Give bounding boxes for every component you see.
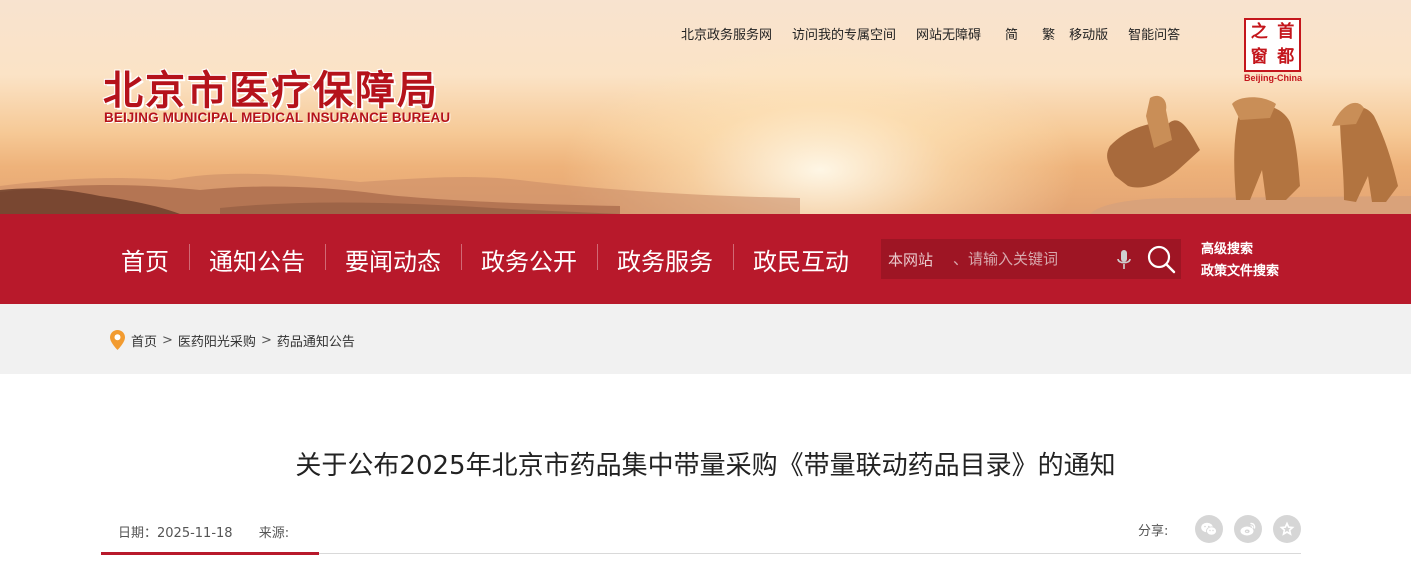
nav-interaction[interactable]: 政民互动 (733, 242, 869, 277)
nav-news[interactable]: 要闻动态 (325, 242, 461, 277)
breadcrumb-separator: > (260, 332, 272, 348)
seal-char: 窗 (1250, 47, 1268, 67)
search-input[interactable] (953, 250, 1113, 268)
seal-char: 首 (1277, 22, 1295, 42)
main-nav: 首页 通知公告 要闻动态 政务公开 政务服务 政民互动 本网站 高级搜索 政策文… (0, 214, 1411, 304)
source-label: 来源: (258, 526, 290, 541)
advanced-search-link[interactable]: 高级搜索 (1201, 239, 1279, 261)
link-accessibility[interactable]: 网站无障碍 (916, 24, 981, 43)
search-box: 本网站 (881, 239, 1181, 279)
capital-window-logo[interactable]: 之 首 窗 都 Beijing-China (1244, 18, 1302, 84)
link-beijing-gov-service[interactable]: 北京政务服务网 (681, 24, 772, 43)
seal-char: 都 (1277, 47, 1295, 67)
link-personal-space[interactable]: 访问我的专属空间 (792, 24, 896, 43)
date-label: 日期： (118, 526, 158, 541)
link-simplified[interactable]: 简 (1005, 24, 1018, 43)
seal-label: Beijing-China (1244, 73, 1302, 83)
nav-gov-affairs[interactable]: 政务公开 (461, 242, 597, 277)
breadcrumb-bar: 首页 > 医药阳光采购 > 药品通知公告 (0, 304, 1411, 374)
article-divider-accent (101, 552, 319, 555)
breadcrumb-home[interactable]: 首页 (131, 331, 157, 350)
search-icon[interactable] (1145, 243, 1177, 275)
favorite-star-icon[interactable] (1273, 515, 1302, 543)
nav-home[interactable]: 首页 (100, 242, 189, 277)
link-traditional[interactable]: 繁 (1042, 24, 1055, 43)
breadcrumb-separator: > (162, 332, 173, 348)
share-label: 分享: (1138, 523, 1169, 539)
search-scope-label[interactable]: 本网站 (881, 249, 953, 270)
header-banner: 北京政务服务网 访问我的专属空间 网站无障碍 简 繁 移动版 智能问答 北京市医… (0, 0, 1411, 214)
bronze-statues-icon (1090, 95, 1411, 214)
link-smart-qa[interactable]: 智能问答 (1128, 24, 1180, 43)
site-logo-subtitle: BEIJING MUNICIPAL MEDICAL INSURANCE BURE… (104, 110, 451, 125)
weibo-icon[interactable] (1234, 515, 1263, 543)
article-date: 2025-11-18 (157, 526, 233, 541)
breadcrumb-drug-notices[interactable]: 药品通知公告 (277, 331, 355, 350)
share-bar: 分享: (1138, 515, 1302, 543)
breadcrumb: 首页 > 医药阳光采购 > 药品通知公告 (110, 330, 355, 350)
utility-nav: 北京政务服务网 访问我的专属空间 网站无障碍 简 繁 移动版 智能问答 (681, 24, 1180, 43)
article-meta: 日期：2025-11-18 来源: (118, 522, 289, 541)
nav-notices[interactable]: 通知公告 (189, 242, 325, 277)
site-logo-title[interactable]: 北京市医疗保障局 (103, 58, 439, 116)
nav-gov-services[interactable]: 政务服务 (597, 242, 733, 277)
seal-char: 之 (1250, 22, 1268, 42)
wechat-icon[interactable] (1195, 515, 1224, 543)
location-pin-icon (110, 330, 125, 350)
search-links: 高级搜索 政策文件搜索 (1201, 239, 1279, 283)
article-title: 关于公布2025年北京市药品集中带量采购《带量联动药品目录》的通知 (295, 451, 1116, 481)
microphone-icon[interactable] (1115, 249, 1133, 271)
link-mobile[interactable]: 移动版 (1069, 24, 1108, 43)
policy-search-link[interactable]: 政策文件搜索 (1201, 261, 1279, 283)
breadcrumb-procurement[interactable]: 医药阳光采购 (178, 331, 256, 350)
